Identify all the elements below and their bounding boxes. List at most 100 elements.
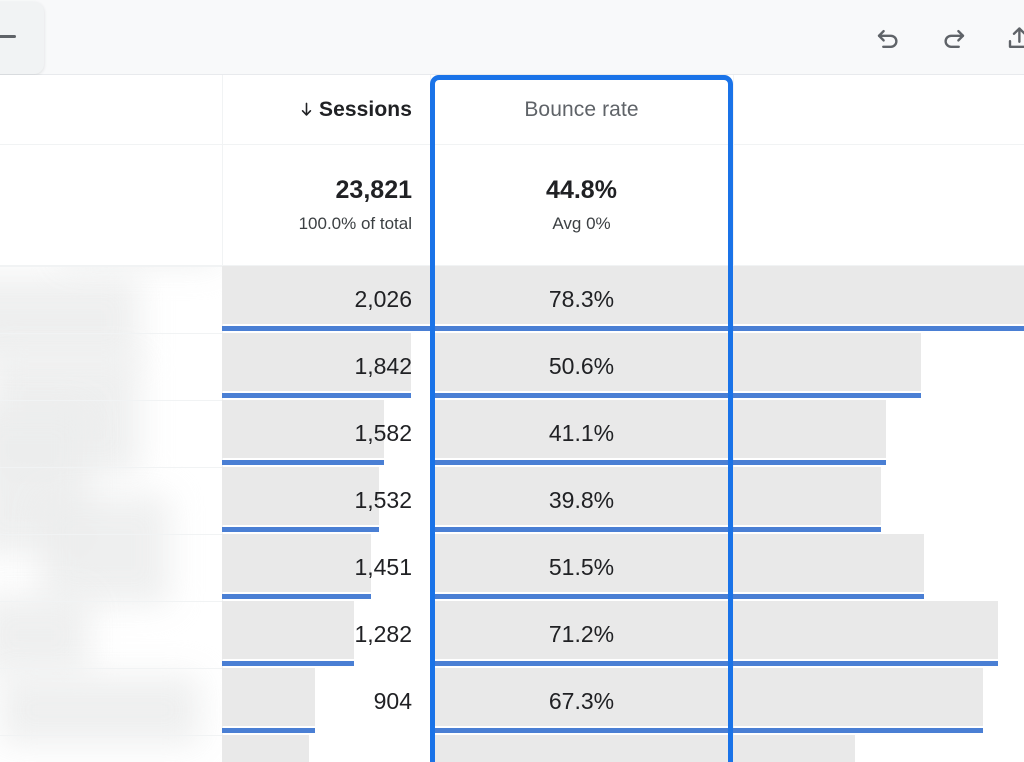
cell-sessions-value: 1,842: [354, 353, 412, 379]
table-row[interactable]: 904 67.3%: [0, 668, 1024, 735]
third-bar-indicator: [733, 460, 886, 465]
third-bar-fill: [733, 601, 998, 659]
cell-sessions: 1,532: [222, 467, 430, 534]
cell-third-column: [733, 601, 1024, 668]
cell-third-column: [733, 534, 1024, 601]
toolbar-actions: [868, 0, 1024, 75]
cell-sessions-value: 1,282: [354, 621, 412, 647]
table-row[interactable]: 1,282 71.2%: [0, 601, 1024, 668]
column-header-sessions[interactable]: Sessions: [222, 75, 430, 144]
cell-sessions: 1,451: [222, 534, 430, 601]
redo-icon[interactable]: [934, 18, 974, 58]
cell-sessions-value: 1,451: [354, 554, 412, 580]
cell-bounce-rate: 50.6%: [430, 333, 733, 400]
cell-bounce-rate: 41.1%: [430, 400, 733, 467]
third-bar-fill: [733, 534, 924, 592]
third-bar-indicator: [733, 661, 998, 666]
cell-bounce-rate-value: 51.5%: [548, 554, 615, 580]
undo-icon[interactable]: [868, 18, 908, 58]
bounce-bar-indicator: [430, 728, 733, 733]
sessions-bar-indicator: [222, 594, 371, 599]
table-row[interactable]: 1,582 41.1%: [0, 400, 1024, 467]
cell-sessions-value: 2,026: [354, 286, 412, 312]
cell-sessions: 1,282: [222, 601, 430, 668]
cell-third-column: [733, 266, 1024, 333]
bounce-bar-indicator: [430, 527, 733, 532]
cell-sessions-value: 904: [373, 688, 412, 714]
summary-bounce-value: 44.8%: [546, 176, 617, 205]
third-bar-fill: [733, 668, 983, 726]
third-bar-indicator: [733, 393, 921, 398]
third-bar-indicator: [733, 527, 881, 532]
cell-sessions: 1,582: [222, 400, 430, 467]
column-header-bounce-rate-label: Bounce rate: [524, 97, 639, 121]
cell-bounce-rate-value: 67.3%: [548, 688, 615, 714]
bounce-bar-fill: [430, 735, 733, 762]
minus-icon: [0, 35, 16, 38]
cell-bounce-rate-value: 50.6%: [548, 353, 615, 379]
cell-sessions-value: 1,532: [354, 487, 412, 513]
table-row[interactable]: [0, 735, 1024, 762]
table-header-row: Sessions Bounce rate: [0, 75, 1024, 145]
bounce-bar-indicator: [430, 661, 733, 666]
cell-bounce-rate: 71.2%: [430, 601, 733, 668]
third-bar-indicator: [733, 326, 1024, 331]
cell-bounce-rate-value: 39.8%: [548, 487, 615, 513]
cell-bounce-rate-value: 71.2%: [548, 621, 615, 647]
sort-desc-arrow-icon: [299, 100, 315, 120]
cell-third-column: [733, 333, 1024, 400]
cell-bounce-rate-value: 78.3%: [548, 286, 615, 312]
summary-cell-sessions: 23,821 100.0% of total: [222, 145, 430, 265]
cell-sessions: 2,026: [222, 266, 430, 333]
cell-bounce-rate: 39.8%: [430, 467, 733, 534]
cell-bounce-rate: 67.3%: [430, 668, 733, 735]
cell-third-column: [733, 400, 1024, 467]
cell-third-column: [733, 735, 1024, 762]
table-summary-row: 23,821 100.0% of total 44.8% Avg 0%: [0, 145, 1024, 266]
summary-sessions-value: 23,821: [335, 176, 412, 205]
cell-sessions: 1,842: [222, 333, 430, 400]
cell-bounce-rate: 51.5%: [430, 534, 733, 601]
table-row[interactable]: 1,532 39.8%: [0, 467, 1024, 534]
summary-cell-bounce-rate: 44.8% Avg 0%: [430, 145, 733, 265]
cell-bounce-rate: [430, 735, 733, 762]
sessions-bar-fill: [222, 735, 309, 762]
summary-bounce-subtext: Avg 0%: [552, 213, 611, 233]
cell-sessions-value: 1,582: [354, 420, 412, 446]
bounce-bar-indicator: [430, 460, 733, 465]
bounce-bar-indicator: [430, 326, 733, 331]
column-header-bounce-rate[interactable]: Bounce rate: [430, 75, 733, 144]
cell-third-column: [733, 668, 1024, 735]
summary-sessions-subtext: 100.0% of total: [298, 213, 412, 233]
third-bar-fill: [733, 467, 881, 525]
top-toolbar: [0, 0, 1024, 75]
sessions-bar-indicator: [222, 393, 411, 398]
third-bar-fill: [733, 333, 921, 391]
third-bar-fill: [733, 735, 855, 762]
third-bar-indicator: [733, 594, 924, 599]
third-bar-indicator: [733, 728, 983, 733]
data-table: Sessions Bounce rate 23,821 100.0% of to…: [0, 75, 1024, 762]
collapsed-panel-tab[interactable]: [0, 2, 44, 74]
cell-bounce-rate-value: 41.1%: [548, 420, 615, 446]
analytics-table-screen: Sessions Bounce rate 23,821 100.0% of to…: [0, 0, 1024, 762]
sessions-bar-indicator: [222, 326, 430, 331]
sessions-bar-indicator: [222, 527, 379, 532]
cell-sessions: [222, 735, 430, 762]
table-row[interactable]: 1,451 51.5%: [0, 534, 1024, 601]
sessions-bar-indicator: [222, 460, 384, 465]
cell-sessions: 904: [222, 668, 430, 735]
share-icon[interactable]: [1000, 18, 1024, 58]
column-header-third[interactable]: [733, 75, 1024, 144]
sessions-bar-indicator: [222, 728, 315, 733]
third-bar-fill: [733, 400, 886, 458]
cell-bounce-rate: 78.3%: [430, 266, 733, 333]
cell-third-column: [733, 467, 1024, 534]
sessions-bar-indicator: [222, 661, 354, 666]
summary-cell-third: [733, 145, 1024, 265]
third-bar-fill: [733, 266, 1024, 324]
table-row[interactable]: 1,842 50.6%: [0, 333, 1024, 400]
table-row[interactable]: 2,026 78.3%: [0, 266, 1024, 333]
bounce-bar-indicator: [430, 393, 733, 398]
column-header-sessions-label: Sessions: [318, 97, 412, 121]
